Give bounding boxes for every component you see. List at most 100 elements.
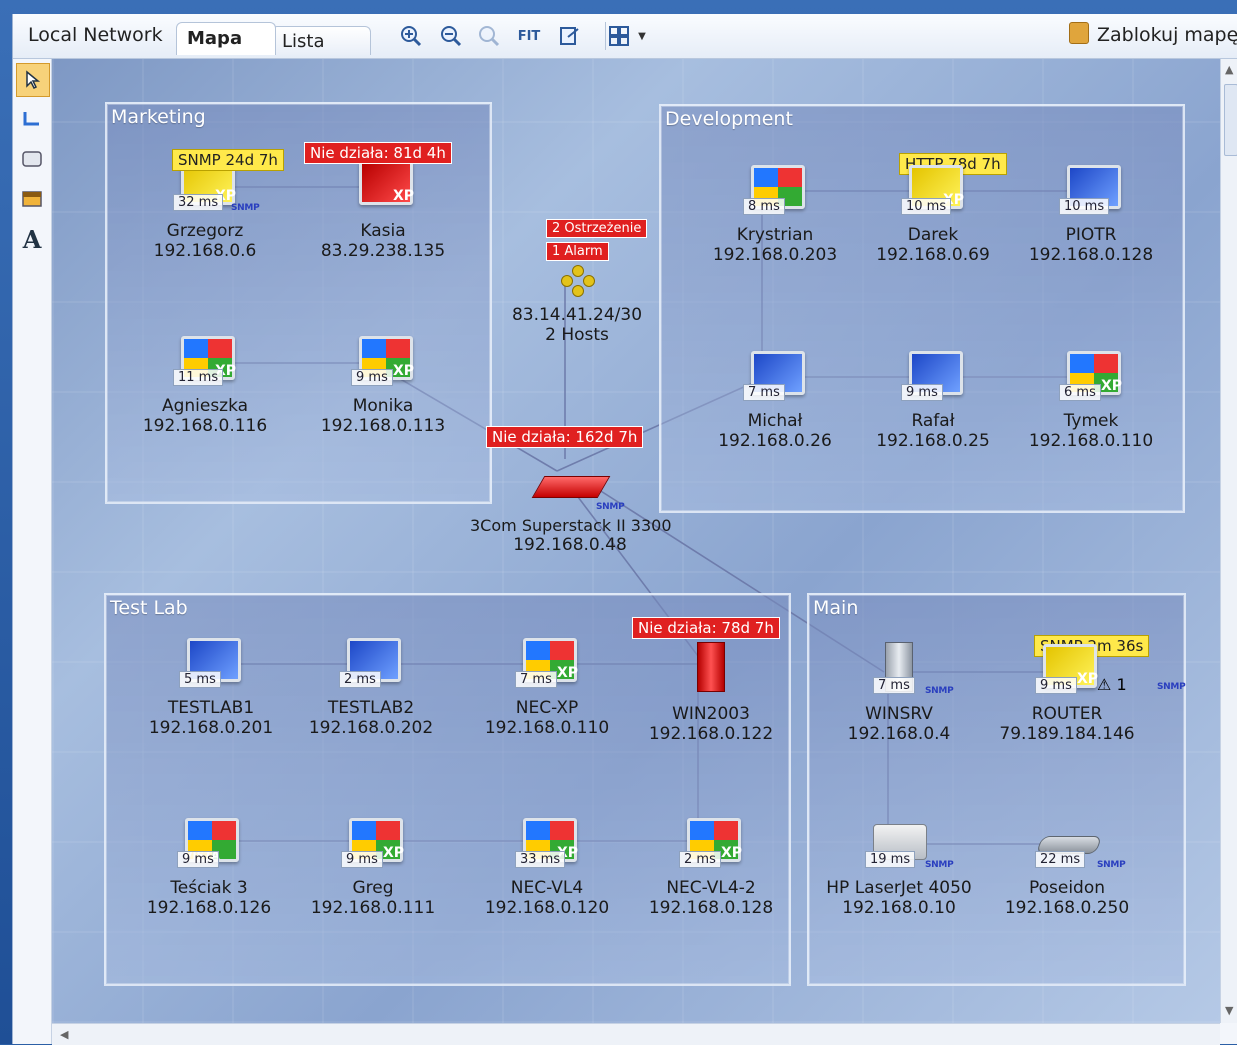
node-ip: 192.168.0.128 <box>648 898 774 918</box>
server-icon: 7 ms SNMP <box>867 642 954 696</box>
node-cluster[interactable]: 83.14.41.24/30 2 Hosts <box>492 259 662 345</box>
node-agnieszka[interactable]: 11 ms Agnieszka 192.168.0.116 <box>120 334 290 436</box>
vertical-scrollbar[interactable]: ▲ ▼ <box>1220 59 1237 1023</box>
node-ip: 79.189.184.146 <box>999 724 1135 744</box>
node-ip: 192.168.0.122 <box>648 724 774 744</box>
latency-label: 7 ms <box>743 384 785 401</box>
scroll-up-icon[interactable]: ▲ <box>1225 63 1233 76</box>
node-ip: 192.168.0.25 <box>876 431 990 451</box>
node-ip: 192.168.0.202 <box>308 718 434 738</box>
node-rafal[interactable]: 9 ms Rafał 192.168.0.25 <box>848 349 1018 451</box>
scroll-left-icon[interactable]: ◀ <box>60 1028 68 1041</box>
node-grzegorz[interactable]: 32 ms SNMP Grzegorz 192.168.0.6 <box>120 159 290 261</box>
node-name: 83.14.41.24/30 <box>511 305 643 325</box>
warning-count: 1 <box>1116 675 1127 694</box>
monitor-icon: 9 ms <box>901 349 965 401</box>
node-name: TESTLAB1 <box>167 698 255 718</box>
node-router[interactable]: 9 ms ⚠ 1 SNMP ROUTER 79.189.184.146 <box>982 642 1186 744</box>
dropdown-icon[interactable]: ▼ <box>635 23 649 49</box>
node-monika[interactable]: 9 ms Monika 192.168.0.113 <box>298 334 468 436</box>
fit-icon[interactable]: FIT <box>515 23 543 49</box>
node-nec-xp[interactable]: 7 ms NEC-XP 192.168.0.110 <box>462 636 632 738</box>
toolbar: Local Network Lista Mapa FIT ▼ Zablokuj … <box>13 14 1237 59</box>
monitor-icon: 6 ms <box>1059 349 1123 401</box>
node-name: Grzegorz <box>166 221 244 241</box>
map-canvas[interactable]: Marketing Development Test Lab Main 32 m… <box>52 59 1220 1023</box>
tab-mapa[interactable]: Mapa <box>176 22 276 55</box>
network-title: Local Network <box>28 24 163 46</box>
latency-label: 8 ms <box>743 198 785 215</box>
snmp-tag: SNMP <box>1097 860 1126 870</box>
node-name: Michał <box>747 411 803 431</box>
node-win2003[interactable]: WIN2003 192.168.0.122 <box>626 642 796 744</box>
node-name: Darek <box>907 225 959 245</box>
horizontal-scrollbar[interactable]: ◀ <box>52 1023 1220 1045</box>
snmp-tag: SNMP <box>925 860 954 870</box>
node-testlab1[interactable]: 5 ms TESTLAB1 192.168.0.201 <box>126 636 296 738</box>
monitor-icon: 33 ms <box>515 816 579 868</box>
monitor-icon: 11 ms <box>173 334 237 386</box>
zoom-reset-icon[interactable] <box>475 23 503 49</box>
snmp-tag: SNMP <box>1157 682 1186 692</box>
node-name: Kasia <box>360 221 406 241</box>
status-badge: Nie działa: 78d 7h <box>632 617 780 639</box>
node-name: 3Com Superstack II 3300 <box>470 516 672 535</box>
node-darek[interactable]: 10 ms Darek 192.168.0.69 <box>848 163 1018 265</box>
node-name: NEC-XP <box>515 698 579 718</box>
node-name: Agnieszka <box>161 396 249 416</box>
lock-map-button[interactable]: Zablokuj mapę <box>1069 22 1237 46</box>
node-krystrian[interactable]: 8 ms Krystrian 192.168.0.203 <box>690 163 860 265</box>
printer-icon: 19 ms SNMP <box>865 816 954 870</box>
group-title: Main <box>813 597 859 619</box>
scroll-down-icon[interactable]: ▼ <box>1225 1004 1233 1017</box>
node-switch[interactable]: SNMP 3Com Superstack II 3300 192.168.0.4… <box>470 454 672 555</box>
rectangle-tool-icon[interactable] <box>16 143 48 175</box>
node-testlab2[interactable]: 2 ms TESTLAB2 192.168.0.202 <box>286 636 456 738</box>
node-piotr[interactable]: 10 ms PIOTR 192.168.0.128 <box>1006 163 1176 265</box>
node-kasia[interactable]: Kasia 83.29.238.135 <box>298 159 468 261</box>
monitor-icon: 7 ms <box>515 636 579 688</box>
monitor-icon: 2 ms <box>679 816 743 868</box>
text-tool-icon[interactable]: A <box>16 223 48 255</box>
group-title: Test Lab <box>110 597 188 619</box>
node-michal[interactable]: 7 ms Michał 192.168.0.26 <box>690 349 860 451</box>
node-nec-vl4-2[interactable]: 2 ms NEC-VL4-2 192.168.0.128 <box>626 816 796 918</box>
pointer-icon[interactable] <box>16 63 50 97</box>
scroll-thumb[interactable] <box>1224 84 1237 156</box>
node-ip: 2 Hosts <box>545 325 609 345</box>
padlock-icon <box>1069 22 1089 44</box>
node-name: Teściak 3 <box>170 878 248 898</box>
node-ip: 192.168.0.120 <box>484 898 610 918</box>
node-hp-laserjet[interactable]: 19 ms SNMP HP LaserJet 4050 192.168.0.10 <box>814 816 984 918</box>
node-tymek[interactable]: 6 ms Tymek 192.168.0.110 <box>1006 349 1176 451</box>
status-badge: SNMP 24d 7h <box>172 149 284 171</box>
node-greg[interactable]: 9 ms Greg 192.168.0.111 <box>288 816 458 918</box>
monitor-icon: 8 ms <box>743 163 807 215</box>
network-device-icon: 22 ms SNMP <box>1035 816 1126 870</box>
node-winsrv[interactable]: 7 ms SNMP WINSRV 192.168.0.4 <box>814 642 984 744</box>
latency-label: 7 ms <box>873 677 915 694</box>
link-tool-icon[interactable] <box>16 103 48 135</box>
snmp-tag: SNMP <box>925 686 954 696</box>
tab-lista[interactable]: Lista <box>271 26 371 55</box>
latency-label: 10 ms <box>901 198 952 215</box>
color-tool-icon[interactable] <box>16 183 48 215</box>
monitor-icon: 10 ms <box>1059 163 1123 215</box>
export-icon[interactable] <box>555 23 583 49</box>
node-poseidon[interactable]: 22 ms SNMP Poseidon 192.168.0.250 <box>982 816 1152 918</box>
status-badge: Nie działa: 162d 7h <box>486 426 644 448</box>
node-tesciak[interactable]: 9 ms Teściak 3 192.168.0.126 <box>124 816 294 918</box>
node-name: Krystrian <box>736 225 814 245</box>
node-ip: 192.168.0.26 <box>718 431 832 451</box>
monitor-icon: 7 ms <box>743 349 807 401</box>
snmp-tag: SNMP <box>231 203 260 213</box>
monitor-icon: 9 ms ⚠ 1 SNMP <box>1035 642 1186 694</box>
tool-strip: A <box>13 59 52 1044</box>
node-ip: 192.168.0.48 <box>513 535 627 555</box>
layout-grid-icon[interactable] <box>605 23 633 49</box>
zoom-out-icon[interactable] <box>437 23 465 49</box>
latency-label: 2 ms <box>679 851 721 868</box>
zoom-in-icon[interactable] <box>397 23 425 49</box>
node-ip: 83.29.238.135 <box>320 241 446 261</box>
node-nec-vl4[interactable]: 33 ms NEC-VL4 192.168.0.120 <box>462 816 632 918</box>
